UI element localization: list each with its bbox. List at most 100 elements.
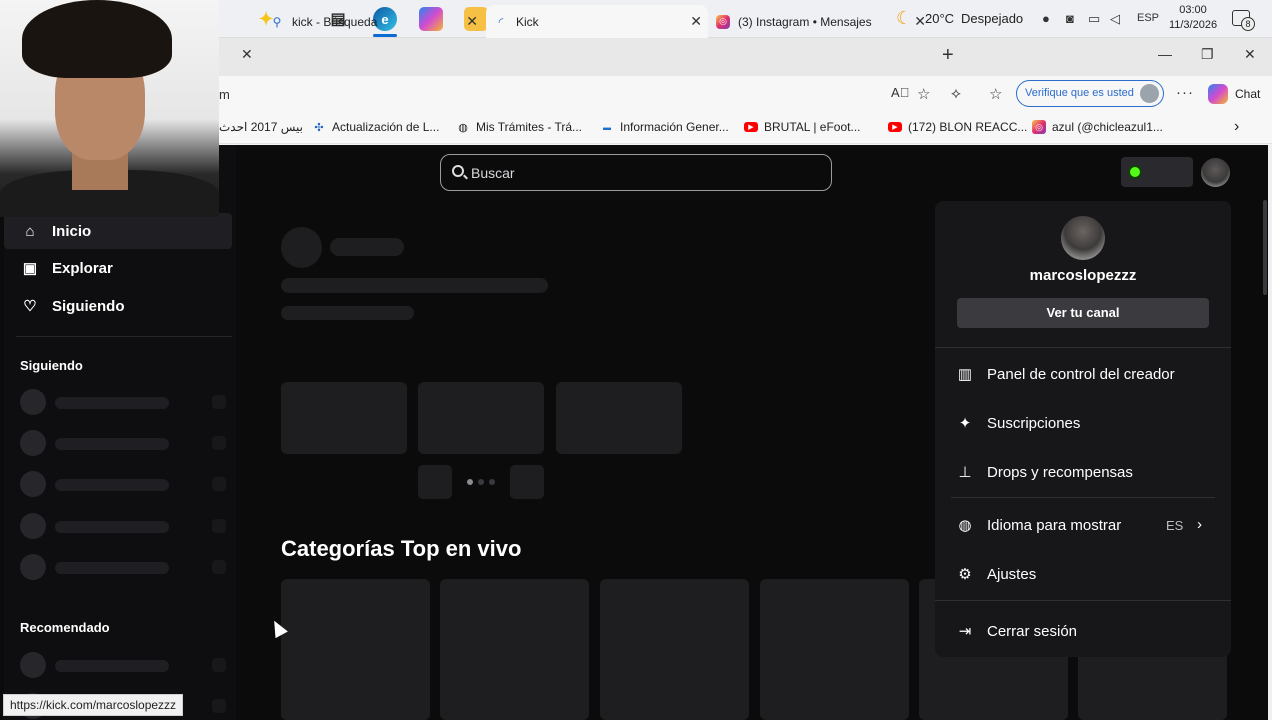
chevron-right-icon[interactable]: › — [1234, 118, 1239, 136]
bookmark-label: Actualización de L... — [332, 120, 440, 134]
carousel-dot[interactable] — [478, 479, 484, 485]
menu-settings[interactable]: ⚙ Ajustes — [955, 559, 1215, 589]
nav-label: Explorar — [52, 259, 113, 277]
bookmark-tramites[interactable]: ◍ Mis Trámites - Trá... — [456, 120, 582, 134]
menu-logout[interactable]: ⇥ Cerrar sesión — [955, 616, 1215, 646]
screen: ✦ ▤ e ▦ o ● ☾ 20°C Despejado ● ◙ ▭ ◁ ESP… — [0, 0, 1272, 720]
nav-label: Siguiendo — [52, 297, 125, 315]
close-icon[interactable]: ✕ — [914, 13, 926, 30]
new-tab-button[interactable]: + — [942, 44, 954, 67]
page-scrollbar[interactable] — [1263, 200, 1267, 295]
chat-label[interactable]: Chat — [1235, 87, 1260, 101]
menu-subscriptions[interactable]: ✦ Suscripciones — [955, 408, 1215, 438]
tab-instagram[interactable]: ◎ (3) Instagram • Mensajes ✕ — [710, 5, 932, 38]
bookmark-label: Información Gener... — [620, 120, 729, 134]
skeleton-line — [330, 238, 404, 256]
bookmark-blon[interactable]: ▶ (172) BLON REACC... — [888, 120, 1027, 134]
record-icon[interactable]: ● — [1042, 11, 1050, 26]
instagram-icon: ◎ — [1032, 120, 1046, 134]
category-card[interactable] — [600, 579, 749, 720]
chart-icon: ▥ — [957, 366, 973, 383]
menu-drops[interactable]: ⊥ Drops y recompensas — [955, 457, 1215, 487]
read-aloud-icon[interactable]: A᪲ — [891, 85, 909, 100]
input-language[interactable]: ESP — [1137, 12, 1159, 24]
camera-icon[interactable]: ◙ — [1066, 11, 1074, 26]
bookmark-label: بيس 2017 احدث — [219, 120, 303, 134]
instagram-icon: ◎ — [716, 14, 730, 29]
bookmark-label: Mis Trámites - Trá... — [476, 120, 583, 134]
carousel-dot[interactable] — [467, 479, 473, 485]
clock[interactable]: 03:00 11/3/2026 — [1168, 3, 1218, 33]
more-options-icon[interactable]: ··· — [1176, 84, 1194, 101]
menu-creator-dashboard[interactable]: ▥ Panel de control del creador — [955, 359, 1215, 389]
copilot-chat-icon[interactable] — [1208, 84, 1228, 104]
nav-inicio[interactable]: ⌂ Inicio — [4, 213, 232, 249]
carousel-next-button[interactable] — [510, 465, 544, 499]
globe-icon: ◍ — [458, 121, 468, 134]
section-title: Categorías Top en vivo — [281, 536, 522, 561]
kick-logo-icon — [1128, 165, 1142, 179]
bookmark-informacion[interactable]: ▬ Información Gener... — [600, 120, 729, 134]
tab-search[interactable]: ⚲ kick - Búsqueda ✕ — [262, 5, 484, 38]
bookmark-pes[interactable]: بيس 2017 احدث — [219, 120, 303, 134]
youtube-icon: ▶ — [888, 122, 902, 132]
weather-desc[interactable]: Despejado — [961, 11, 1023, 26]
close-icon[interactable]: ✕ — [466, 13, 478, 30]
tab-kick[interactable]: ◜ Kick ✕ — [486, 5, 708, 38]
nav-label: Inicio — [52, 222, 92, 240]
view-channel-button[interactable]: Ver tu canal — [957, 298, 1209, 328]
following-skeleton-row — [20, 389, 228, 415]
skeleton-card — [418, 382, 544, 454]
explore-icon: ▣ — [22, 260, 38, 277]
carousel-dot[interactable] — [489, 479, 495, 485]
menu-item-label: Drops y recompensas — [987, 463, 1133, 481]
search-placeholder: Buscar — [471, 165, 515, 181]
skeleton-card — [556, 382, 682, 454]
category-card[interactable] — [440, 579, 589, 720]
following-skeleton-row — [20, 430, 228, 456]
volume-icon[interactable]: ◁ — [1110, 11, 1120, 27]
pinwheel-icon: ✣ — [314, 121, 324, 134]
bookmark-azul[interactable]: ◎ azul (@chicleazul1... — [1032, 120, 1163, 134]
following-skeleton-row — [20, 513, 228, 539]
window-edge — [1268, 145, 1272, 720]
minimize-icon[interactable]: — — [1158, 46, 1172, 62]
favorites-icon[interactable]: ☆ — [989, 85, 1002, 103]
menu-item-label: Cerrar sesión — [987, 622, 1078, 640]
menu-item-label: Ajustes — [987, 565, 1037, 583]
url-text[interactable]: m — [219, 87, 230, 102]
bookmark-actualizacion[interactable]: ✣ Actualización de L... — [312, 120, 439, 134]
tab-title: Kick — [516, 14, 539, 29]
nav-explorar[interactable]: ▣ Explorar — [4, 250, 232, 286]
profile-avatar[interactable] — [1140, 84, 1159, 103]
bookmark-brutal[interactable]: ▶ BRUTAL | eFoot... — [744, 120, 860, 134]
bookmark-label: (172) BLON REACC... — [908, 120, 1028, 134]
close-window-icon[interactable]: ✕ — [1244, 46, 1256, 63]
following-skeleton-row — [20, 471, 228, 497]
clock-time: 03:00 — [1179, 4, 1207, 16]
user-avatar[interactable] — [1201, 158, 1230, 187]
tab-title: (3) Instagram • Mensajes — [738, 14, 872, 29]
close-icon[interactable]: ✕ — [690, 13, 702, 30]
chevron-right-icon: › — [1197, 516, 1202, 533]
loading-icon: ◜ — [498, 14, 504, 29]
restore-icon[interactable]: ❐ — [1201, 46, 1214, 63]
home-icon: ⌂ — [25, 222, 35, 240]
logout-icon: ⇥ — [958, 623, 972, 640]
carousel-prev-button[interactable] — [418, 465, 452, 499]
search-icon — [452, 165, 464, 177]
nav-siguiendo[interactable]: ♡ Siguiendo — [4, 288, 232, 324]
skeleton-line — [281, 278, 548, 293]
category-card[interactable] — [281, 579, 430, 720]
menu-item-label: Panel de control del creador — [987, 365, 1175, 383]
extensions-icon[interactable]: ⟡ — [951, 85, 961, 102]
tab-title: kick - Búsqueda — [292, 14, 378, 29]
clock-date: 11/3/2026 — [1168, 19, 1218, 31]
category-card[interactable] — [760, 579, 909, 720]
tab-close-icon[interactable]: ✕ — [241, 46, 253, 63]
network-icon[interactable]: ▭ — [1088, 11, 1100, 27]
menu-divider — [935, 600, 1231, 601]
skeleton-line — [281, 306, 414, 320]
favorite-star-icon[interactable]: ☆ — [917, 85, 930, 103]
menu-item-label: Idioma para mostrar — [987, 516, 1122, 534]
